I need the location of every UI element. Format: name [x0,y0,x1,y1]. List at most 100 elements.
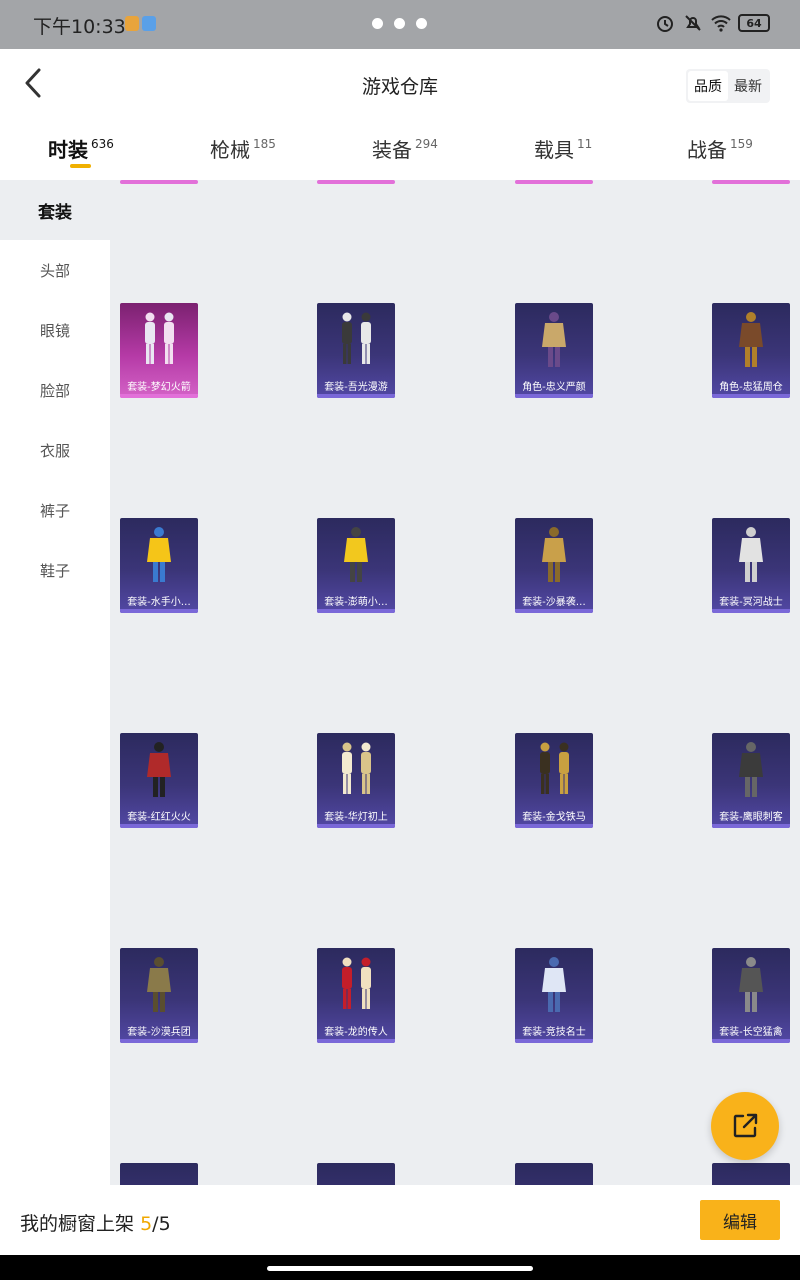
sidebar-item-face[interactable]: 脸部 [0,360,110,420]
item-thumbnail [147,527,171,582]
showcase-bar: 我的橱窗上架 5/5 编辑 [0,1185,800,1255]
item-card[interactable]: 套装-沙漠兵团 [120,948,198,1043]
rarity-bar [120,609,198,613]
sort-newest-button[interactable]: 最新 [728,71,768,101]
notification-icons [125,16,156,31]
item-card[interactable]: 角色-忠猛周仓 [712,303,790,398]
sort-toggle: 品质 最新 [686,69,770,103]
item-card[interactable]: 套装-冥河战士 [712,518,790,613]
item-name: 套装-龙的传人 [324,1027,388,1038]
header: 游戏仓库 品质 最新 [0,49,800,120]
item-card[interactable]: 套装-沙暴袭… [515,518,593,613]
showcase-label: 我的橱窗上架 5/5 [20,1209,171,1236]
item-grid: 套装-梦幻火箭 套装-吾光漫游 角色-忠义严颜 角色-忠猛周仓 套装-水手小… [110,180,800,1185]
item-card[interactable]: 角色-忠义严颜 [515,303,593,398]
item-name: 套装-水手小… [127,597,191,608]
item-thumbnail [540,742,569,794]
item-name: 套装-华灯初上 [324,812,388,823]
tab-count: 11 [577,137,593,151]
tab-fashion[interactable]: 时装 636 [48,134,114,163]
showcase-title: 我的橱窗上架 [20,1213,135,1235]
item-card-partial[interactable] [317,1163,395,1185]
item-card-partial[interactable] [712,1163,790,1185]
alarm-icon [654,12,676,34]
item-card-partial[interactable] [317,180,395,184]
item-thumbnail [147,957,171,1012]
sort-quality-button[interactable]: 品质 [688,71,728,101]
item-name: 套装-沙漠兵团 [127,1027,191,1038]
tab-count: 636 [91,137,114,151]
rarity-bar [317,1039,395,1043]
item-thumbnail [739,957,763,1012]
item-thumbnail [342,312,371,364]
item-name: 套装-沙暴袭… [522,597,586,608]
page-indicator [372,18,427,29]
tab-label: 时装 [48,138,88,162]
item-card-partial[interactable] [120,1163,198,1185]
status-bar: 下午10:33 64 [0,0,800,49]
sidebar-item-shoes[interactable]: 鞋子 [0,540,110,600]
item-card[interactable]: 套装-金戈铁马 [515,733,593,828]
item-card[interactable]: 套装-鹰眼刺客 [712,733,790,828]
showcase-current-count: 5 [140,1213,153,1235]
item-name: 套装-金戈铁马 [522,812,586,823]
tab-label: 装备 [372,138,412,162]
item-card[interactable]: 套装-长空猛禽 [712,948,790,1043]
sidebar-item-glasses[interactable]: 眼镜 [0,300,110,360]
rarity-bar [120,824,198,828]
showcase-max-count: 5 [158,1213,171,1235]
item-name: 套装-澎萌小… [324,597,388,608]
tab-label: 枪械 [210,138,250,162]
sidebar-item-clothes[interactable]: 衣服 [0,420,110,480]
edit-button[interactable]: 编辑 [700,1200,780,1240]
item-card[interactable]: 套装-龙的传人 [317,948,395,1043]
item-name: 套装-鹰眼刺客 [719,812,783,823]
item-thumbnail [542,527,566,582]
page-dot [372,18,383,29]
tab-count: 185 [253,137,276,151]
item-thumbnail [145,312,174,364]
item-card[interactable]: 套装-吾光漫游 [317,303,395,398]
active-tab-indicator [70,164,91,168]
item-thumbnail [342,742,371,794]
tab-label: 战备 [687,138,727,162]
tab-equipment[interactable]: 装备 294 [372,134,438,163]
home-indicator[interactable] [267,1266,533,1271]
item-card[interactable]: 套装-澎萌小… [317,518,395,613]
rarity-bar [317,394,395,398]
rarity-bar [317,824,395,828]
tab-label: 载具 [534,138,574,162]
system-nav-bar [0,1255,800,1280]
tab-count: 294 [415,137,438,151]
item-card-partial[interactable] [515,180,593,184]
external-link-icon [733,1113,758,1138]
rarity-bar [712,394,790,398]
item-card-partial[interactable] [712,180,790,184]
rarity-bar [515,824,593,828]
item-card[interactable]: 套装-竞技名士 [515,948,593,1043]
item-card-partial[interactable] [515,1163,593,1185]
item-card[interactable]: 套装-梦幻火箭 [120,303,198,398]
item-thumbnail [147,742,171,797]
item-card[interactable]: 套装-红红火火 [120,733,198,828]
game-app-icon [125,16,139,31]
item-card[interactable]: 套装-华灯初上 [317,733,395,828]
share-button[interactable] [711,1092,779,1160]
item-name: 角色-忠义严颜 [522,382,586,393]
item-card-partial[interactable] [120,180,198,184]
tab-vehicles[interactable]: 载具 11 [534,134,592,163]
sidebar-item-head[interactable]: 头部 [0,240,110,300]
tab-guns[interactable]: 枪械 185 [210,134,276,163]
status-time: 下午10:33 [33,16,126,38]
category-tabs: 时装 636 枪械 185 装备 294 载具 11 战备 159 [0,120,800,180]
rarity-bar [515,609,593,613]
sidebar-item-suit[interactable]: 套装 [0,180,110,240]
sidebar-item-pants[interactable]: 裤子 [0,480,110,540]
item-name: 套装-梦幻火箭 [127,382,191,393]
item-thumbnail [739,527,763,582]
page-dot [416,18,427,29]
rarity-bar [712,1039,790,1043]
item-card[interactable]: 套装-水手小… [120,518,198,613]
tab-gear[interactable]: 战备 159 [687,134,753,163]
item-thumbnail [342,957,371,1009]
